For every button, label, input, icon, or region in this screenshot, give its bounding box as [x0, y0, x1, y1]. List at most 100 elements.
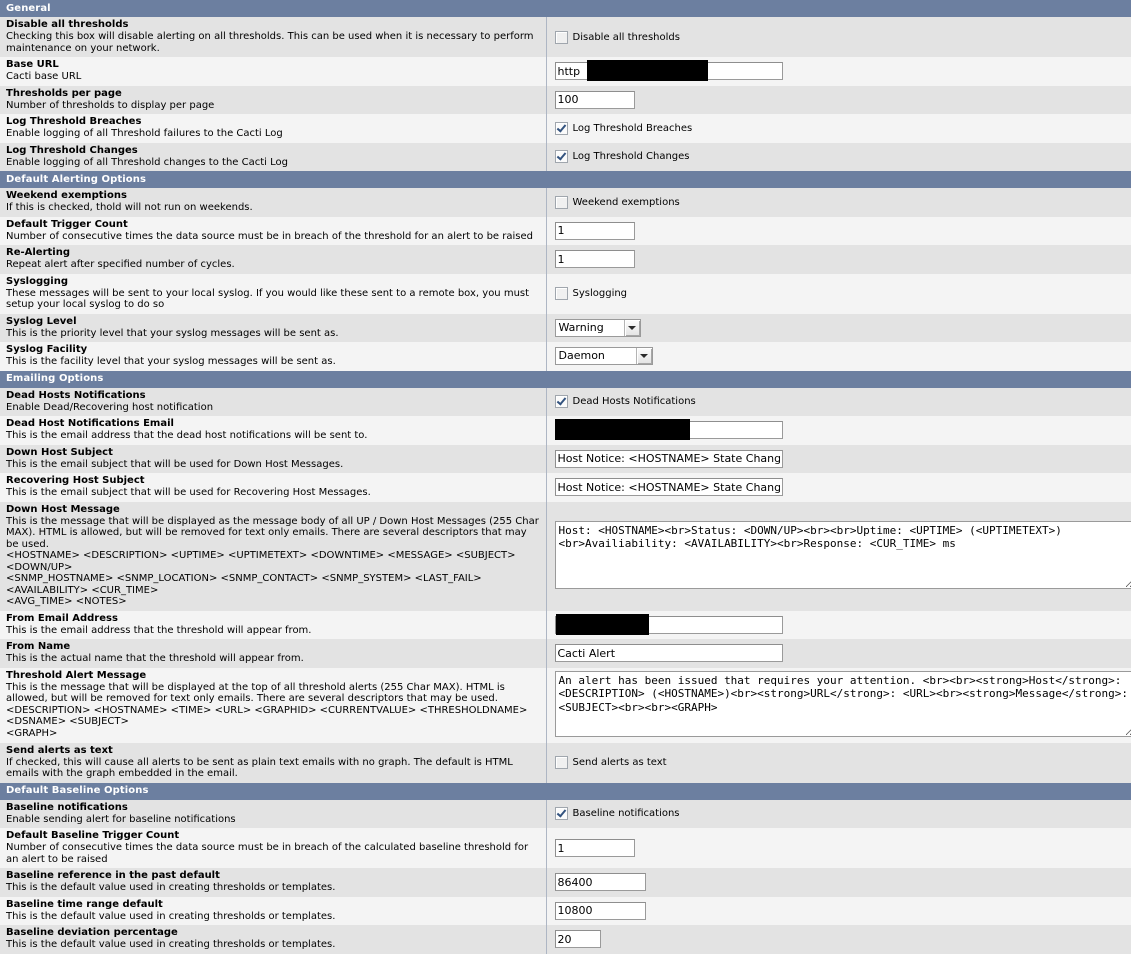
- label-cell-from-name: From NameThis is the actual name that th…: [0, 639, 546, 668]
- field-cell-weekend-exemptions: Weekend exemptions: [546, 188, 1131, 217]
- field-cell-baseline-deviation-percentage: [546, 925, 1131, 954]
- field-desc-recovering-host-subject: This is the email subject that will be u…: [6, 487, 542, 499]
- settings-row-disable-all-thresholds: Disable all thresholdsChecking this box …: [0, 17, 1131, 57]
- label-cell-recovering-host-subject: Recovering Host SubjectThis is the email…: [0, 473, 546, 502]
- label-cell-baseline-reference-in-the-past-default: Baseline reference in the past defaultTh…: [0, 868, 546, 897]
- field-cell-log-threshold-changes: Log Threshold Changes: [546, 143, 1131, 172]
- label-cell-re-alerting: Re-AlertingRepeat alert after specified …: [0, 245, 546, 274]
- checkbox-label: Send alerts as text: [573, 757, 667, 768]
- field-cell-from-email-address: [546, 611, 1131, 640]
- checkbox-box[interactable]: [555, 31, 568, 44]
- select-syslog-level[interactable]: Warning: [555, 319, 641, 337]
- input-down-host-subject[interactable]: [555, 450, 783, 468]
- redaction-box: [587, 60, 708, 81]
- label-cell-syslog-facility: Syslog FacilityThis is the facility leve…: [0, 342, 546, 371]
- field-desc-syslog-facility: This is the facility level that your sys…: [6, 356, 542, 368]
- checkbox-log-threshold-breaches[interactable]: Log Threshold Breaches: [555, 122, 1131, 135]
- input-baseline-reference-in-the-past-default[interactable]: [555, 873, 646, 891]
- checkbox-box[interactable]: [555, 807, 568, 820]
- field-cell-syslogging: Syslogging: [546, 274, 1131, 314]
- textarea-threshold-alert-message[interactable]: [555, 671, 1131, 737]
- settings-row-base-url: Base URLCacti base URL: [0, 57, 1131, 86]
- checkbox-log-threshold-changes[interactable]: Log Threshold Changes: [555, 150, 1131, 163]
- label-cell-log-threshold-changes: Log Threshold ChangesEnable logging of a…: [0, 143, 546, 172]
- label-cell-log-threshold-breaches: Log Threshold BreachesEnable logging of …: [0, 114, 546, 143]
- checkbox-label: Disable all thresholds: [573, 32, 680, 43]
- field-title-dead-host-notifications-email: Dead Host Notifications Email: [6, 418, 542, 430]
- checkbox-box[interactable]: [555, 287, 568, 300]
- checkbox-box[interactable]: [555, 122, 568, 135]
- label-cell-dead-host-notifications-email: Dead Host Notifications EmailThis is the…: [0, 416, 546, 445]
- field-title-baseline-reference-in-the-past-default: Baseline reference in the past default: [6, 870, 542, 882]
- field-desc-syslog-level: This is the priority level that your sys…: [6, 328, 542, 340]
- settings-row-baseline-notifications: Baseline notificationsEnable sending ale…: [0, 800, 1131, 829]
- field-title-base-url: Base URL: [6, 59, 542, 71]
- settings-row-from-name: From NameThis is the actual name that th…: [0, 639, 1131, 668]
- field-cell-down-host-message: [546, 502, 1131, 611]
- checkbox-dead-hosts-notifications[interactable]: Dead Hosts Notifications: [555, 395, 1131, 408]
- checkbox-box[interactable]: [555, 150, 568, 163]
- field-desc-log-threshold-changes: Enable logging of all Threshold changes …: [6, 157, 542, 169]
- redaction-box: [556, 614, 649, 635]
- field-desc-default-baseline-trigger-count: Number of consecutive times the data sou…: [6, 842, 542, 865]
- field-desc-baseline-reference-in-the-past-default: This is the default value used in creati…: [6, 882, 542, 894]
- settings-row-default-baseline-trigger-count: Default Baseline Trigger CountNumber of …: [0, 828, 1131, 868]
- settings-row-down-host-message: Down Host MessageThis is the message tha…: [0, 502, 1131, 611]
- field-cell-down-host-subject: [546, 445, 1131, 474]
- checkbox-disable-all-thresholds[interactable]: Disable all thresholds: [555, 31, 1131, 44]
- settings-row-dead-hosts-notifications: Dead Hosts NotificationsEnable Dead/Reco…: [0, 388, 1131, 417]
- chevron-down-icon[interactable]: [624, 320, 640, 336]
- field-desc-baseline-deviation-percentage: This is the default value used in creati…: [6, 939, 542, 951]
- input-baseline-time-range-default[interactable]: [555, 902, 646, 920]
- settings-row-log-threshold-breaches: Log Threshold BreachesEnable logging of …: [0, 114, 1131, 143]
- input-default-baseline-trigger-count[interactable]: [555, 839, 635, 857]
- checkbox-box[interactable]: [555, 395, 568, 408]
- input-from-name[interactable]: [555, 644, 783, 662]
- select-value: Daemon: [556, 348, 636, 364]
- input-recovering-host-subject[interactable]: [555, 478, 783, 496]
- field-title-down-host-message: Down Host Message: [6, 504, 542, 516]
- textarea-down-host-message[interactable]: [555, 521, 1131, 589]
- checkbox-syslogging[interactable]: Syslogging: [555, 287, 1131, 300]
- label-cell-threshold-alert-message: Threshold Alert MessageThis is the messa…: [0, 668, 546, 743]
- checkbox-send-alerts-as-text[interactable]: Send alerts as text: [555, 756, 1131, 769]
- chevron-down-icon[interactable]: [636, 348, 652, 364]
- field-desc-default-trigger-count: Number of consecutive times the data sou…: [6, 231, 542, 243]
- field-cell-re-alerting: [546, 245, 1131, 274]
- field-cell-thresholds-per-page: [546, 86, 1131, 115]
- checkbox-weekend-exemptions[interactable]: Weekend exemptions: [555, 196, 1131, 209]
- field-title-down-host-subject: Down Host Subject: [6, 447, 542, 459]
- field-cell-send-alerts-as-text: Send alerts as text: [546, 743, 1131, 783]
- label-cell-syslog-level: Syslog LevelThis is the priority level t…: [0, 314, 546, 343]
- label-cell-syslogging: SysloggingThese messages will be sent to…: [0, 274, 546, 314]
- checkbox-box[interactable]: [555, 196, 568, 209]
- input-thresholds-per-page[interactable]: [555, 91, 635, 109]
- input-default-trigger-count[interactable]: [555, 222, 635, 240]
- redaction-box: [555, 419, 690, 440]
- input-re-alerting[interactable]: [555, 250, 635, 268]
- checkbox-label: Baseline notifications: [573, 808, 680, 819]
- settings-row-dead-host-notifications-email: Dead Host Notifications EmailThis is the…: [0, 416, 1131, 445]
- label-cell-down-host-message: Down Host MessageThis is the message tha…: [0, 502, 546, 611]
- field-desc-thresholds-per-page: Number of thresholds to display per page: [6, 100, 542, 112]
- field-title-disable-all-thresholds: Disable all thresholds: [6, 19, 542, 31]
- checkbox-label: Log Threshold Breaches: [573, 123, 693, 134]
- settings-row-baseline-deviation-percentage: Baseline deviation percentageThis is the…: [0, 925, 1131, 954]
- input-baseline-deviation-percentage[interactable]: [555, 930, 601, 948]
- checkbox-baseline-notifications[interactable]: Baseline notifications: [555, 807, 1131, 820]
- checkbox-label: Weekend exemptions: [573, 197, 680, 208]
- field-desc-from-email-address: This is the email address that the thres…: [6, 625, 542, 637]
- label-cell-from-email-address: From Email AddressThis is the email addr…: [0, 611, 546, 640]
- field-desc-weekend-exemptions: If this is checked, thold will not run o…: [6, 202, 542, 214]
- settings-row-from-email-address: From Email AddressThis is the email addr…: [0, 611, 1131, 640]
- field-title-default-trigger-count: Default Trigger Count: [6, 219, 542, 231]
- field-cell-syslog-level: Warning: [546, 314, 1131, 343]
- settings-body: GeneralDisable all thresholdsChecking th…: [0, 0, 1131, 954]
- settings-row-log-threshold-changes: Log Threshold Changes Enable logging of a…: [0, 143, 1131, 172]
- checkbox-box[interactable]: [555, 756, 568, 769]
- settings-row-down-host-subject: Down Host SubjectThis is the email subje…: [0, 445, 1131, 474]
- select-syslog-facility[interactable]: Daemon: [555, 347, 653, 365]
- label-cell-disable-all-thresholds: Disable all thresholdsChecking this box …: [0, 17, 546, 57]
- label-cell-down-host-subject: Down Host SubjectThis is the email subje…: [0, 445, 546, 474]
- field-descriptors-down-host-message-1: <SNMP_HOSTNAME> <SNMP_LOCATION> <SNMP_CO…: [6, 573, 542, 596]
